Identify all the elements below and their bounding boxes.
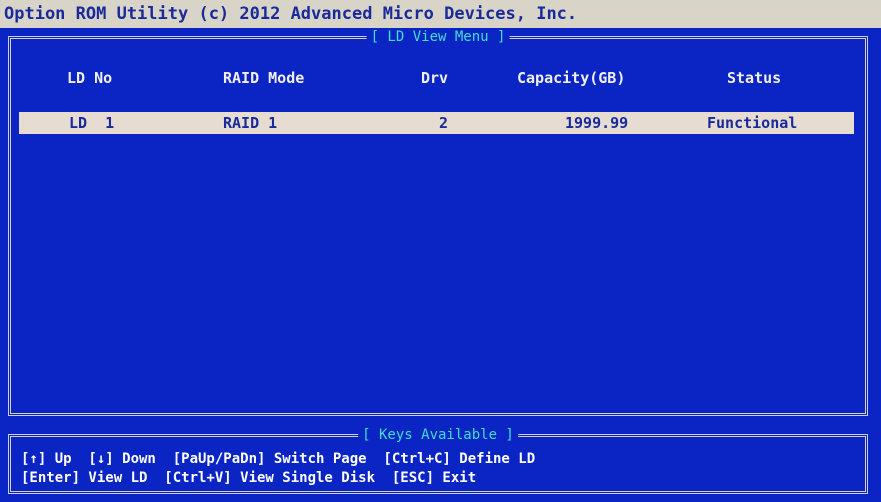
keys-line-2: [Enter] View LD [Ctrl+V] View Single Dis… [21,470,477,486]
utility-title: Option ROM Utility (c) 2012 Advanced Mic… [0,0,881,28]
cell-ld-no: LD 1 [69,114,115,132]
ld-view-menu-title: [ LD View Menu ] [366,28,510,46]
keys-available-title: [ Keys Available ] [358,426,518,444]
header-ld-no: LD No [67,69,113,87]
cell-capacity: 1999.99 [565,114,629,132]
keys-available-panel: [ Keys Available ] [↑] Up [↓] Down [PaUp… [8,426,868,494]
keys-line-1: [↑] Up [↓] Down [PaUp/PaDn] Switch Page … [21,451,536,467]
header-drv: Drv [421,69,449,87]
bios-screen: Option ROM Utility (c) 2012 Advanced Mic… [0,0,881,502]
header-capacity: Capacity(GB) [517,69,626,87]
cell-raid-mode: RAID 1 [223,114,278,132]
ld-view-panel: [ LD View Menu ] LD No RAID Mode Drv Cap… [8,28,868,416]
header-status: Status [727,69,782,87]
cell-drv: 2 [439,114,449,132]
header-raid-mode: RAID Mode [223,69,305,87]
cell-status: Functional [707,114,798,132]
table-row[interactable]: LD 1 RAID 1 2 1999.99 Functional [19,112,854,134]
